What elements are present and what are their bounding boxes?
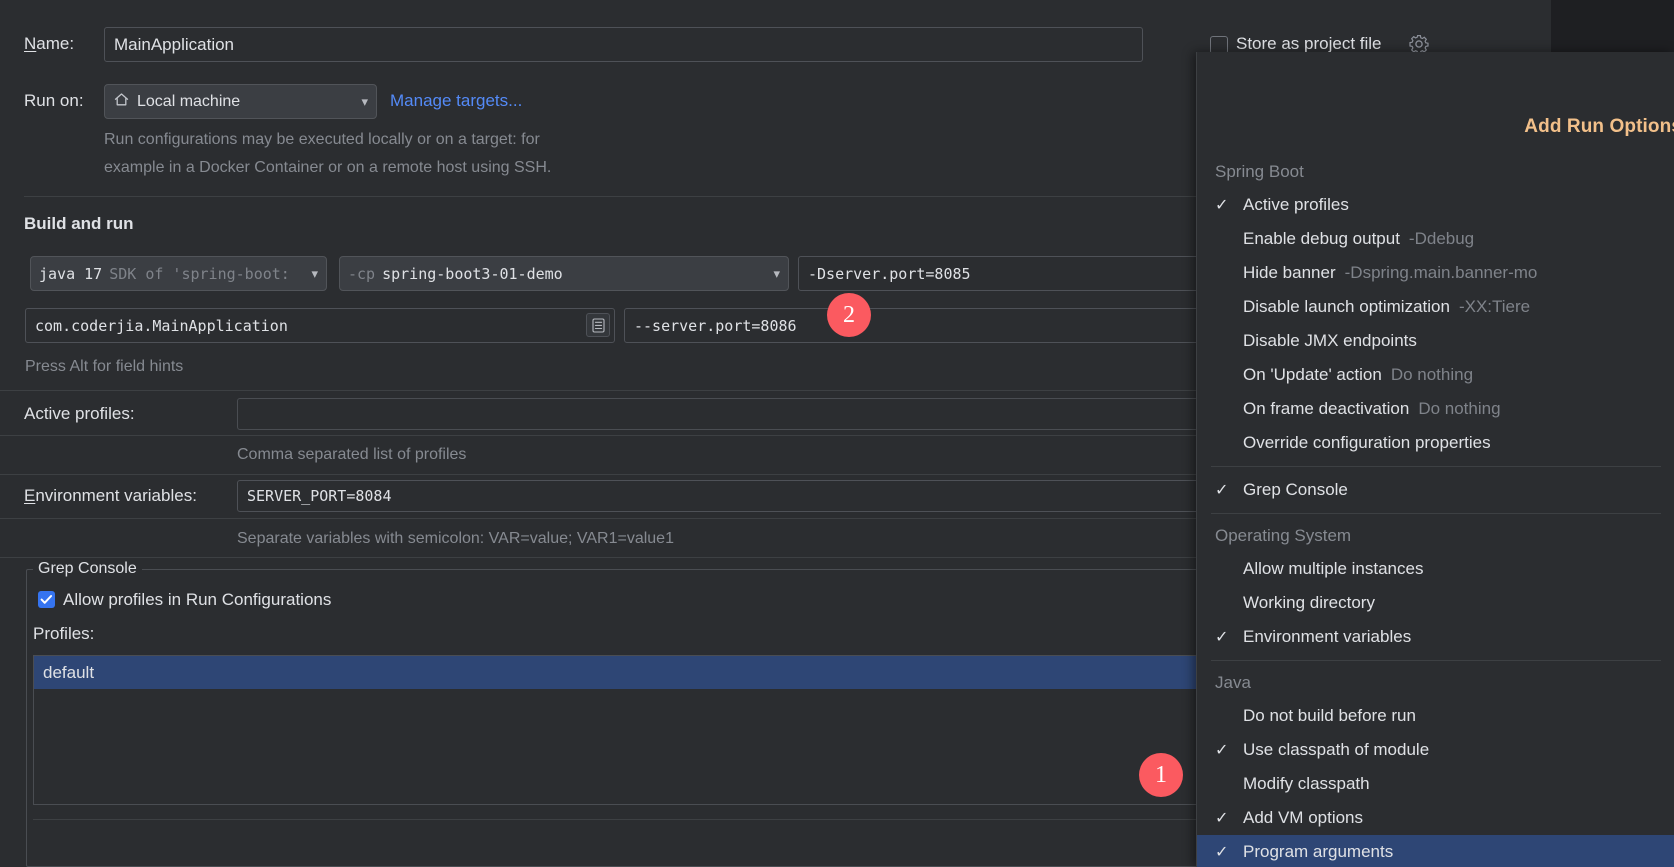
menu-item-label: Disable JMX endpoints xyxy=(1243,331,1417,350)
menu-item-program-arguments[interactable]: ✓ Program arguments xyxy=(1197,835,1674,867)
add-run-options-menu: Spring Boot ✓ Active profiles Enable debug … xyxy=(1197,156,1674,867)
menu-item-environment-variables[interactable]: ✓ Environment variables xyxy=(1197,620,1674,654)
home-icon xyxy=(113,91,130,113)
menu-group-label: Operating System xyxy=(1215,526,1352,545)
menu-item-label: Modify classpath xyxy=(1243,774,1370,793)
menu-group-label: Java xyxy=(1215,673,1251,692)
name-input-value: MainApplication xyxy=(114,34,235,54)
profiles-label: Profiles: xyxy=(33,624,95,643)
environment-variables-hint: Separate variables with semicolon: VAR=v… xyxy=(237,530,674,547)
menu-item-hint: Do nothing xyxy=(1390,365,1474,384)
menu-item-do-not-build-before-run[interactable]: Do not build before run xyxy=(1197,699,1674,733)
menu-item-hint: -XX:Tiere xyxy=(1458,297,1531,316)
menu-item-use-classpath-of-module[interactable]: ✓ Use classpath of module xyxy=(1197,733,1674,767)
menu-item-grep-console[interactable]: ✓ Grep Console xyxy=(1197,473,1674,507)
check-icon: ✓ xyxy=(1215,629,1229,646)
menu-item-override-configuration-properties[interactable]: Override configuration properties xyxy=(1197,426,1674,460)
list-edit-icon[interactable] xyxy=(586,313,610,337)
menu-item-label: Enable debug output xyxy=(1243,229,1400,248)
classpath-combobox[interactable]: -cp spring-boot3-01-demo ▾ xyxy=(339,256,789,291)
allow-profiles-checkbox[interactable] xyxy=(38,591,55,608)
run-on-value: Local machine xyxy=(137,92,241,110)
classpath-prefix: -cp xyxy=(348,264,376,283)
environment-variables-value: SERVER_PORT=8084 xyxy=(247,487,392,505)
step-badge-1: 1 xyxy=(1139,753,1183,797)
menu-item-label: Disable launch optimization xyxy=(1243,297,1450,316)
check-icon: ✓ xyxy=(1215,742,1229,759)
store-as-project-file-label: Store as project file xyxy=(1236,34,1382,53)
vm-options-value: -Dserver.port=8085 xyxy=(808,264,971,283)
menu-item-label: Override configuration properties xyxy=(1243,433,1491,452)
menu-item-working-directory[interactable]: Working directory xyxy=(1197,586,1674,620)
sdk-combobox[interactable]: java 17 SDK of 'spring-boot: ▾ xyxy=(30,256,327,291)
menu-item-label: Program arguments xyxy=(1243,842,1394,861)
sdk-value: java 17 xyxy=(39,264,103,283)
program-arguments-value: --server.port=8086 xyxy=(634,316,797,335)
menu-item-disable-jmx-endpoints[interactable]: Disable JMX endpoints xyxy=(1197,324,1674,358)
menu-item-label: Working directory xyxy=(1243,593,1375,612)
check-icon: ✓ xyxy=(1215,482,1229,499)
environment-variables-label: Environment variables: xyxy=(24,486,197,505)
environment-variables-input[interactable]: SERVER_PORT=8084 xyxy=(237,480,1357,512)
check-icon: ✓ xyxy=(1215,810,1229,827)
listbox-bottom-divider xyxy=(33,819,1349,820)
menu-item-label: Environment variables xyxy=(1243,627,1412,646)
allow-profiles-label: Allow profiles in Run Configurations xyxy=(63,590,332,609)
menu-item-enable-debug-output[interactable]: Enable debug output -Ddebug xyxy=(1197,222,1674,256)
run-on-help-line1: Run configurations may be executed local… xyxy=(104,131,540,148)
chevron-down-icon: ▾ xyxy=(361,93,368,109)
menu-item-hide-banner[interactable]: Hide banner -Dspring.main.banner-mo xyxy=(1197,256,1674,290)
main-class-value: com.coderjia.MainApplication xyxy=(35,316,288,335)
menu-item-label: Active profiles xyxy=(1243,195,1349,214)
sdk-subtext: SDK of 'spring-boot: xyxy=(109,264,290,283)
check-icon: ✓ xyxy=(1215,844,1229,861)
menu-group-label: Spring Boot xyxy=(1215,162,1304,181)
run-on-combobox[interactable]: Local machine ▾ xyxy=(104,84,377,119)
main-class-input[interactable]: com.coderjia.MainApplication xyxy=(25,308,615,343)
menu-separator xyxy=(1211,513,1661,514)
menu-item-modify-classpath[interactable]: Modify classpath xyxy=(1197,767,1674,801)
menu-item-label: Do not build before run xyxy=(1243,706,1416,725)
active-profiles-hint: Comma separated list of profiles xyxy=(237,446,467,463)
name-label: Name: xyxy=(24,34,75,53)
menu-item-label: Add VM options xyxy=(1243,808,1364,827)
desktop-background-strip xyxy=(1551,0,1674,52)
menu-item-active-profiles[interactable]: ✓ Active profiles xyxy=(1197,188,1674,222)
build-and-run-title: Build and run xyxy=(24,214,134,233)
menu-item-add-vm-options[interactable]: ✓ Add VM options xyxy=(1197,801,1674,835)
menu-item-on-frame-deactivation[interactable]: On frame deactivation Do nothing xyxy=(1197,392,1674,426)
menu-separator xyxy=(1211,466,1661,467)
menu-separator xyxy=(1211,660,1661,661)
field-hints-text: Press Alt for field hints xyxy=(25,358,184,375)
chevron-down-icon: ▾ xyxy=(773,265,780,281)
menu-item-label: Allow multiple instances xyxy=(1243,559,1424,578)
menu-item-disable-launch-optimization[interactable]: Disable launch optimization -XX:Tiere xyxy=(1197,290,1674,324)
menu-item-hint: Do nothing xyxy=(1418,399,1501,418)
popup-title: Add Run Options xyxy=(1524,116,1674,137)
run-on-label: Run on: xyxy=(24,91,84,110)
check-icon: ✓ xyxy=(1215,197,1229,214)
run-on-help-line2: example in a Docker Container or on a re… xyxy=(104,159,552,176)
grep-console-legend: Grep Console xyxy=(33,560,142,578)
add-run-options-popup: Add Run Options Spring Boot ✓ Active profi… xyxy=(1196,52,1674,867)
manage-targets-link[interactable]: Manage targets... xyxy=(390,91,522,111)
menu-item-label: Use classpath of module xyxy=(1243,740,1430,759)
menu-item-label: On frame deactivation xyxy=(1243,399,1410,418)
menu-item-label: Hide banner xyxy=(1243,263,1336,282)
menu-item-allow-multiple-instances[interactable]: Allow multiple instances xyxy=(1197,552,1674,586)
run-configuration-dialog: Name: MainApplication Store as project f… xyxy=(0,0,1674,867)
menu-item-on-update-action[interactable]: On 'Update' action Do nothing xyxy=(1197,358,1674,392)
step-badge-2: 2 xyxy=(827,293,871,337)
menu-item-label: Grep Console xyxy=(1243,480,1348,499)
chevron-down-icon: ▾ xyxy=(311,265,318,281)
active-profiles-label: Active profiles: xyxy=(24,404,135,423)
menu-item-hint: -Dspring.main.banner-mo xyxy=(1344,263,1538,282)
active-profiles-input[interactable] xyxy=(237,398,1357,430)
menu-item-hint: -Ddebug xyxy=(1408,229,1475,248)
profile-name: default xyxy=(43,662,95,682)
list-item[interactable]: default xyxy=(34,656,1348,689)
classpath-value: spring-boot3-01-demo xyxy=(382,264,563,283)
name-input[interactable]: MainApplication xyxy=(104,27,1143,62)
menu-item-label: On 'Update' action xyxy=(1243,365,1382,384)
